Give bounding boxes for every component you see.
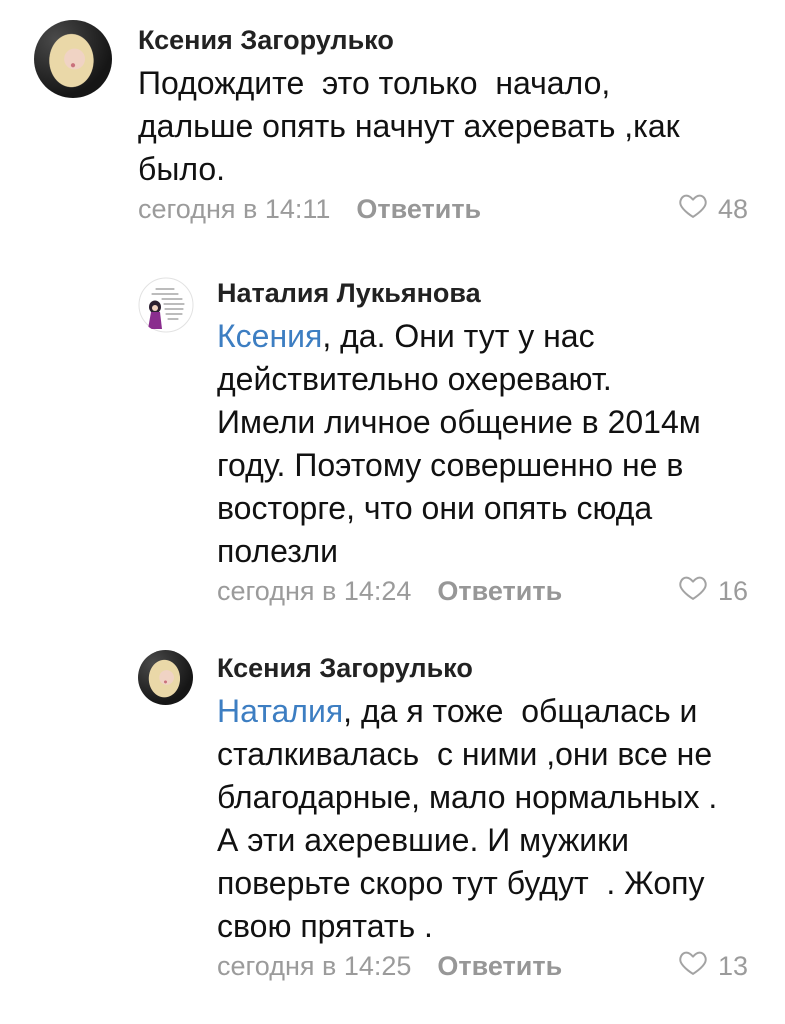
comment-text-fragment: Имели личное общение в 2014м — [217, 404, 701, 440]
comment-text-fragment: А эти ахеревшие. И мужики — [217, 822, 629, 858]
like-count: 48 — [718, 194, 749, 224]
comment-text-line: восторге, что они опять сюда — [217, 487, 757, 530]
comment-text-line: полезли — [217, 530, 757, 573]
comment-author[interactable]: Ксения Загорулько — [138, 22, 738, 58]
comment-text-line: Подождите это только начало, — [138, 62, 738, 105]
comment-text-fragment: , да я тоже общалась и — [343, 693, 698, 729]
avatar[interactable] — [34, 20, 112, 98]
like-count: 13 — [718, 951, 749, 981]
comment-time: сегодня в 14:25 — [217, 951, 412, 981]
like-button[interactable]: 48 — [678, 191, 748, 227]
comment-meta: сегодня в 14:24 Ответить 16 — [217, 573, 757, 609]
heart-outline-icon — [678, 573, 708, 610]
comment-body: Ксения Загорулько Подождите это только н… — [138, 22, 748, 227]
comment-body: Ксения Загорулько Наталия, да я тоже общ… — [217, 650, 757, 984]
mention-link[interactable]: Наталия — [217, 693, 343, 729]
like-button[interactable]: 16 — [678, 573, 748, 609]
comment-text-line: было. — [138, 148, 738, 191]
comment-text-fragment: восторге, что они опять сюда — [217, 490, 653, 526]
comment-meta: сегодня в 14:11 Ответить 48 — [138, 191, 748, 227]
comment-text: Ксения, да. Они тут у нас действительно … — [217, 315, 757, 573]
comment-text-fragment: было. — [138, 151, 226, 187]
comment-text-fragment: действительно охеревают. — [217, 361, 612, 397]
heart-outline-icon — [678, 948, 708, 985]
comment-reply: Наталия Лукьянова Ксения, да. Они тут у … — [0, 275, 785, 609]
comment: Ксения Загорулько Подождите это только н… — [0, 20, 785, 227]
comment-text-fragment: благодарные, мало нормальных . — [217, 779, 718, 815]
like-count: 16 — [718, 576, 749, 606]
comment-text-line: дальше опять начнут ахеревать ,как — [138, 105, 738, 148]
comment-text-line: свою прятать . — [217, 905, 757, 948]
comment-text: Наталия, да я тоже общалась и сталкивала… — [217, 690, 757, 948]
comment-text-line: Ксения, да. Они тут у нас — [217, 315, 757, 358]
comment-text-fragment: дальше опять начнут ахеревать ,как — [138, 108, 680, 144]
comment-text-fragment: Подождите это только начало, — [138, 65, 611, 101]
comment-text-line: Имели личное общение в 2014м — [217, 401, 757, 444]
comment-text: Подождите это только начало, дальше опят… — [138, 62, 738, 191]
comment-body: Наталия Лукьянова Ксения, да. Они тут у … — [217, 275, 757, 609]
comment-meta: сегодня в 14:25 Ответить 13 — [217, 948, 757, 984]
comment-reply: Ксения Загорулько Наталия, да я тоже общ… — [0, 650, 785, 984]
reply-button[interactable]: Ответить — [437, 951, 562, 981]
comment-text-line: Наталия, да я тоже общалась и — [217, 690, 757, 733]
comment-text-line: году. Поэтому совершенно не в — [217, 444, 757, 487]
comment-author[interactable]: Наталия Лукьянова — [217, 275, 757, 311]
comment-text-fragment: году. Поэтому совершенно не в — [217, 447, 684, 483]
like-button[interactable]: 13 — [678, 948, 748, 984]
comment-text-fragment: сталкивалась с ними ,они все не — [217, 736, 713, 772]
heart-outline-icon — [678, 191, 708, 228]
comment-text-fragment: свою прятать . — [217, 908, 433, 944]
comment-text-fragment: , да. Они тут у нас — [322, 318, 595, 354]
reply-button[interactable]: Ответить — [356, 194, 481, 224]
comment-text-fragment: поверьте скоро тут будут . Жопу — [217, 865, 705, 901]
avatar[interactable] — [138, 650, 193, 705]
reply-button[interactable]: Ответить — [437, 576, 562, 606]
mention-link[interactable]: Ксения — [217, 318, 322, 354]
comment-text-line: действительно охеревают. — [217, 358, 757, 401]
avatar[interactable] — [138, 277, 194, 333]
comment-author[interactable]: Ксения Загорулько — [217, 650, 757, 686]
comment-time: сегодня в 14:24 — [217, 576, 412, 606]
comment-text-line: А эти ахеревшие. И мужики — [217, 819, 757, 862]
comment-text-fragment: полезли — [217, 533, 339, 569]
comment-text-line: благодарные, мало нормальных . — [217, 776, 757, 819]
comment-time: сегодня в 14:11 — [138, 194, 331, 224]
comment-text-line: поверьте скоро тут будут . Жопу — [217, 862, 757, 905]
comment-text-line: сталкивалась с ними ,они все не — [217, 733, 757, 776]
